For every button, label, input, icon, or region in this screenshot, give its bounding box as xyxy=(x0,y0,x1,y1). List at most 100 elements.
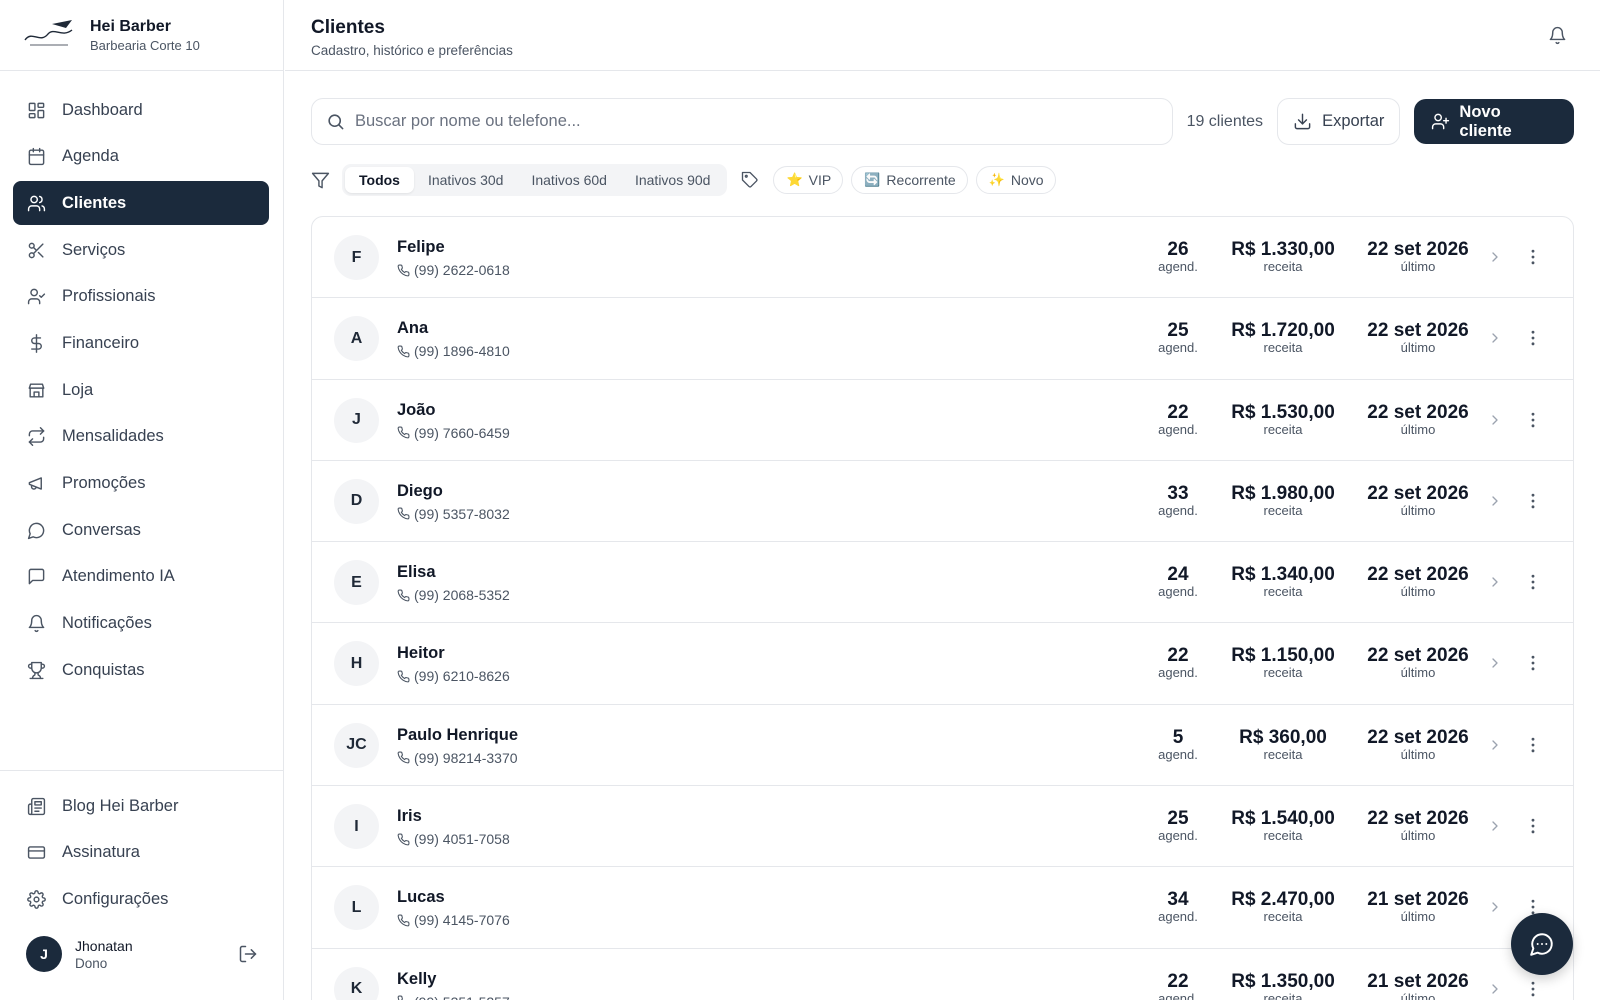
client-row[interactable]: J João (99) 7660-6459 22 agend. R$ 1.530,00 re… xyxy=(312,380,1573,461)
revenue-stat: R$ 1.340,00 receita xyxy=(1218,564,1348,599)
more-vertical-icon[interactable] xyxy=(1523,491,1543,511)
bell-icon[interactable] xyxy=(1548,26,1567,50)
appointments-value: 25 xyxy=(1167,808,1189,830)
client-avatar: F xyxy=(334,235,379,280)
sidebar-item-servi-os[interactable]: Serviços xyxy=(13,228,269,272)
chevron-right-icon[interactable] xyxy=(1487,818,1503,834)
tag-label: Novo xyxy=(1010,172,1044,188)
chevron-right-icon[interactable] xyxy=(1487,412,1503,428)
chevron-right-icon[interactable] xyxy=(1487,574,1503,590)
scissors-icon xyxy=(26,240,46,260)
sidebar-item-conquistas[interactable]: Conquistas xyxy=(13,648,269,692)
appointments-label: agend. xyxy=(1158,909,1198,925)
segment-todos[interactable]: Todos xyxy=(345,167,414,193)
last-visit-value: 22 set 2026 xyxy=(1367,482,1469,504)
sidebar-item-dashboard[interactable]: Dashboard xyxy=(13,88,269,132)
phone-icon xyxy=(397,670,410,683)
revenue-value: R$ 1.340,00 xyxy=(1231,564,1335,586)
segment-inativos-90d[interactable]: Inativos 90d xyxy=(621,167,725,193)
client-row[interactable]: A Ana (99) 1896-4810 25 agend. R$ 1.720,00 rec… xyxy=(312,298,1573,380)
more-vertical-icon[interactable] xyxy=(1523,410,1543,430)
client-phone: (99) 98214-3370 xyxy=(414,749,518,766)
brand-header: Hei Barber Barbearia Corte 10 xyxy=(0,0,283,71)
chevron-right-icon[interactable] xyxy=(1487,330,1503,346)
revenue-stat: R$ 1.540,00 receita xyxy=(1218,809,1348,844)
export-button[interactable]: Exportar xyxy=(1277,98,1401,145)
chevron-right-icon[interactable] xyxy=(1487,655,1503,671)
trophy-icon xyxy=(26,660,46,680)
brand-name: Hei Barber xyxy=(90,17,171,35)
search-box[interactable] xyxy=(311,98,1173,145)
chevron-right-icon[interactable] xyxy=(1487,899,1503,915)
more-vertical-icon[interactable] xyxy=(1523,653,1543,673)
logout-icon[interactable] xyxy=(238,944,258,964)
sidebar-item-promo-es[interactable]: Promoções xyxy=(13,462,269,506)
revenue-stat: R$ 2.470,00 receita xyxy=(1218,890,1348,924)
more-vertical-icon[interactable] xyxy=(1523,979,1543,999)
settings-icon xyxy=(26,889,46,909)
more-vertical-icon[interactable] xyxy=(1523,328,1543,348)
sidebar-item-mensalidades[interactable]: Mensalidades xyxy=(13,415,269,459)
sidebar-item-label: Conversas xyxy=(62,520,141,539)
appointments-label: agend. xyxy=(1158,828,1198,844)
search-input[interactable] xyxy=(355,112,1135,131)
last-visit-value: 22 set 2026 xyxy=(1367,808,1469,830)
segment-inativos-30d[interactable]: Inativos 30d xyxy=(414,167,518,193)
tag-chip-novo[interactable]: ✨ Novo xyxy=(975,166,1056,194)
chevron-right-icon[interactable] xyxy=(1487,249,1503,265)
client-row[interactable]: D Diego (99) 5357-8032 33 agend. R$ 1.980,00 r… xyxy=(312,461,1573,543)
client-row[interactable]: I Iris (99) 4051-7058 25 agend. R$ 1.540,00 re… xyxy=(312,786,1573,868)
appointments-label: agend. xyxy=(1158,665,1198,681)
revenue-stat: R$ 1.150,00 receita xyxy=(1218,646,1348,680)
client-row[interactable]: JC Paulo Henrique (99) 98214-3370 5 agend. R$… xyxy=(312,705,1573,787)
sidebar-item-assinatura[interactable]: Assinatura xyxy=(13,831,269,875)
sidebar-item-clientes[interactable]: Clientes xyxy=(13,181,269,226)
client-row[interactable]: E Elisa (99) 2068-5352 24 agend. R$ 1.340,00 r… xyxy=(312,542,1573,624)
more-vertical-icon[interactable] xyxy=(1523,816,1543,836)
sidebar-item-notifica-es[interactable]: Notificações xyxy=(13,602,269,646)
more-vertical-icon[interactable] xyxy=(1523,247,1543,267)
sidebar-item-configura-es[interactable]: Configurações xyxy=(13,877,269,921)
sidebar-item-agenda[interactable]: Agenda xyxy=(13,135,269,179)
sidebar-item-financeiro[interactable]: Financeiro xyxy=(13,321,269,365)
client-phone: (99) 2622-0618 xyxy=(414,262,510,278)
appointments-label: agend. xyxy=(1158,746,1198,762)
client-row[interactable]: H Heitor (99) 6210-8626 22 agend. R$ 1.150,00… xyxy=(312,623,1573,705)
revenue-label: receita xyxy=(1263,259,1303,274)
last-visit-value: 22 set 2026 xyxy=(1367,726,1469,748)
appointments-stat: 33 agend. xyxy=(1143,483,1213,518)
more-vertical-icon[interactable] xyxy=(1523,572,1543,592)
segment-inativos-60d[interactable]: Inativos 60d xyxy=(517,167,621,193)
last-visit-label: último xyxy=(1400,990,1436,1000)
revenue-value: R$ 1.530,00 xyxy=(1231,401,1335,423)
client-row[interactable]: KKelly(99) 5351-525722agend.R$ 1.350,00r… xyxy=(312,949,1573,1000)
filter-bar: Todos Inativos 30d Inativos 60d Inativos 90… xyxy=(311,164,1056,196)
phone-icon xyxy=(397,345,410,358)
last-visit-value: 22 set 2026 xyxy=(1367,239,1469,260)
sidebar-item-blog-hei-barber[interactable]: Blog Hei Barber xyxy=(13,784,269,828)
sidebar-item-atendimento-ia[interactable]: Atendimento IA xyxy=(13,555,269,599)
appointments-label: agend. xyxy=(1158,502,1198,518)
client-row[interactable]: F Felipe (99) 2622-0618 26 agend. R$ 1.330,00… xyxy=(312,217,1573,299)
tag-chip-vip[interactable]: ⭐ VIP xyxy=(773,166,844,194)
client-row[interactable]: L Lucas (99) 4145-7076 34 agend. R$ 2.470,00 r… xyxy=(312,867,1573,949)
appointments-stat: 24 agend. xyxy=(1143,565,1213,599)
revenue-label: receita xyxy=(1263,502,1303,518)
chevron-right-icon[interactable] xyxy=(1487,493,1503,509)
user-profile[interactable]: J Jhonatan Dono xyxy=(26,936,258,972)
new-client-button[interactable]: Novo cliente xyxy=(1414,99,1574,144)
chat-fab-button[interactable] xyxy=(1511,913,1573,975)
client-phone: (99) 7660-6459 xyxy=(414,424,510,441)
sidebar-item-profissionais[interactable]: Profissionais xyxy=(13,275,269,319)
chevron-right-icon[interactable] xyxy=(1487,737,1503,753)
revenue-value: R$ 1.720,00 xyxy=(1231,320,1335,342)
client-name: Ana xyxy=(397,319,429,338)
sidebar-item-label: Serviços xyxy=(62,240,126,259)
sidebar-item-loja[interactable]: Loja xyxy=(13,368,269,412)
phone-icon xyxy=(397,507,410,520)
chevron-right-icon[interactable] xyxy=(1487,981,1503,997)
revenue-label: receita xyxy=(1263,828,1303,844)
sidebar-item-conversas[interactable]: Conversas xyxy=(13,508,269,552)
tag-chip-recorrente[interactable]: 🔄 Recorrente xyxy=(851,166,968,194)
more-vertical-icon[interactable] xyxy=(1523,735,1543,755)
